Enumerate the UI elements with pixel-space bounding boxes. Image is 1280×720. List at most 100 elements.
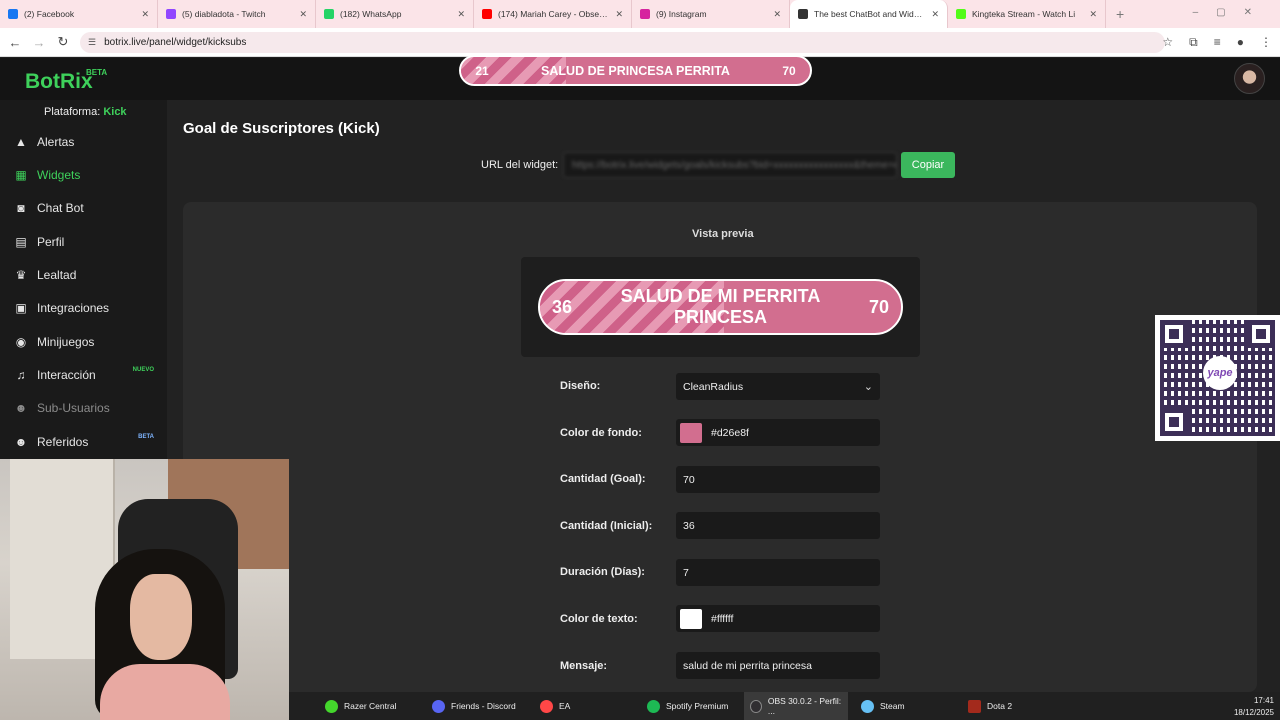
- warning-icon: ▲: [15, 135, 27, 149]
- close-tab-icon[interactable]: ✕: [615, 9, 623, 20]
- sidebar-item-alertas[interactable]: ▲ Alertas: [14, 131, 162, 153]
- system-clock[interactable]: 17:41 18/12/2025: [1234, 695, 1274, 719]
- sidebar-item-chat-bot[interactable]: ◙ Chat Bot: [14, 197, 162, 219]
- twitch-icon: [166, 9, 176, 19]
- browser-tab-instagram[interactable]: (9) Instagram ✕: [632, 0, 790, 28]
- bookmark-star-icon[interactable]: ☆: [1162, 35, 1173, 50]
- design-select[interactable]: CleanRadius ⌄: [676, 373, 880, 400]
- close-tab-icon[interactable]: ✕: [299, 9, 307, 20]
- goal-target-value: 70: [782, 63, 796, 78]
- browser-tab-botrix[interactable]: The best ChatBot and Widgets ✕: [790, 0, 948, 28]
- duration-label: Duración (Días):: [560, 566, 645, 578]
- botrix-icon: [798, 9, 808, 19]
- address-bar-row: ← → ↻ ☰ botrix.live/panel/widget/kicksub…: [0, 28, 1280, 57]
- taskbar-dota[interactable]: Dota 2: [962, 692, 1018, 720]
- close-tab-icon[interactable]: ✕: [457, 9, 465, 20]
- qr-pattern: yape: [1160, 320, 1275, 436]
- spotify-icon: [647, 699, 660, 713]
- back-icon[interactable]: ←: [3, 35, 27, 50]
- sidebar-item-widgets[interactable]: ▦ Widgets: [14, 164, 162, 186]
- kick-icon: [956, 9, 966, 19]
- profile-icon[interactable]: ●: [1237, 35, 1244, 50]
- close-tab-icon[interactable]: ✕: [773, 9, 781, 20]
- sidebar-item-referidos[interactable]: ☻ Referidos BETA: [14, 431, 162, 453]
- close-tab-icon[interactable]: ✕: [931, 9, 939, 20]
- yape-logo: yape: [1203, 356, 1237, 390]
- robot-icon: ◙: [17, 201, 25, 215]
- razer-icon: [325, 699, 338, 713]
- goal-message: SALUD DE PRINCESA PERRITA: [541, 63, 730, 78]
- browser-tab-whatsapp[interactable]: (182) WhatsApp ✕: [316, 0, 474, 28]
- youtube-icon: [482, 9, 492, 19]
- reload-icon[interactable]: ↻: [51, 34, 75, 50]
- text-color-swatch[interactable]: [680, 608, 702, 629]
- message-label: Mensaje:: [560, 660, 608, 672]
- preview-goal-bar: 36 SALUD DE MI PERRITA PRINCESA 70: [538, 279, 903, 335]
- obs-icon: [750, 699, 762, 713]
- goal-target-value: 70: [868, 296, 890, 317]
- copy-button[interactable]: Copiar: [901, 152, 955, 178]
- dota-icon: [968, 699, 981, 713]
- browser-tab-facebook[interactable]: (2) Facebook ✕: [0, 0, 158, 28]
- botrix-logo[interactable]: BotRix: [25, 70, 93, 94]
- bg-color-swatch[interactable]: [680, 422, 702, 443]
- preview-title: Vista previa: [692, 228, 754, 240]
- widget-url-label: URL del widget:: [481, 159, 559, 171]
- new-tab-button[interactable]: +: [1116, 6, 1124, 22]
- beta-badge: BETA: [138, 434, 154, 440]
- taskbar-spotify[interactable]: Spotify Premium: [641, 692, 734, 720]
- platform-indicator: Plataforma: Kick: [44, 106, 127, 118]
- browser-tab-youtube[interactable]: (174) Mariah Carey - Obsessed ✕: [474, 0, 632, 28]
- users-icon: ☻: [14, 435, 28, 449]
- browser-tab-twitch[interactable]: (5) diabladota - Twitch ✕: [158, 0, 316, 28]
- yape-qr-code: yape: [1155, 315, 1280, 441]
- message-input[interactable]: salud de mi perrita princesa: [676, 652, 880, 679]
- taskbar-obs[interactable]: OBS 30.0.2 - Perfil: ...: [744, 692, 848, 720]
- instagram-icon: [640, 9, 650, 19]
- forward-icon[interactable]: →: [27, 35, 51, 50]
- goal-amount-input[interactable]: 70: [676, 466, 880, 493]
- browser-toolbar-buttons: ☆ ⧉ ≡ ● ⋮: [1162, 35, 1272, 50]
- url-field[interactable]: ☰ botrix.live/panel/widget/kicksubs: [80, 32, 1165, 53]
- close-tab-icon[interactable]: ✕: [141, 9, 149, 20]
- close-tab-icon[interactable]: ✕: [1089, 9, 1097, 20]
- site-info-icon[interactable]: ☰: [88, 37, 96, 48]
- duration-input[interactable]: 7: [676, 559, 880, 586]
- browser-tab-bar: (2) Facebook ✕ (5) diabladota - Twitch ✕ (…: [0, 0, 1280, 28]
- bg-color-label: Color de fondo:: [560, 427, 642, 439]
- extensions-icon[interactable]: ⧉: [1189, 35, 1198, 50]
- whatsapp-icon: [324, 9, 334, 19]
- discord-icon: [432, 699, 445, 713]
- sidebar-item-lealtad[interactable]: ♛ Lealtad: [14, 264, 162, 286]
- avatar[interactable]: [1234, 63, 1265, 94]
- media-icon[interactable]: ≡: [1214, 35, 1221, 50]
- sidebar-item-sub-usuarios[interactable]: ☻ Sub-Usuarios: [14, 397, 162, 419]
- page-title: Goal de Suscriptores (Kick): [183, 120, 380, 137]
- window-controls[interactable]: –▢✕: [1193, 7, 1270, 18]
- design-label: Diseño:: [560, 380, 601, 392]
- id-card-icon: ▤: [15, 235, 27, 249]
- grid-icon: ▦: [15, 168, 27, 182]
- sidebar-item-integraciones[interactable]: ▣ Integraciones: [14, 297, 162, 319]
- taskbar-steam[interactable]: Steam: [855, 692, 911, 720]
- taskbar-discord[interactable]: Friends - Discord: [426, 692, 522, 720]
- gamepad-icon: ◉: [15, 335, 27, 349]
- widget-url-field[interactable]: https://botrix.live/widgets/goals/kicksu…: [563, 152, 897, 178]
- browser-tab-kick[interactable]: Kingteka Stream - Watch Li ✕: [948, 0, 1106, 28]
- taskbar: Razer Central Friends - Discord EA Spoti…: [289, 692, 1280, 720]
- taskbar-razer[interactable]: Razer Central: [319, 692, 402, 720]
- bg-color-field[interactable]: #d26e8f: [676, 419, 880, 446]
- menu-icon[interactable]: ⋮: [1260, 35, 1272, 50]
- taskbar-ea[interactable]: EA: [534, 692, 576, 720]
- sidebar-item-minijuegos[interactable]: ◉ Minijuegos: [14, 331, 162, 353]
- trophy-icon: ♛: [15, 268, 27, 282]
- initial-amount-input[interactable]: 36: [676, 512, 880, 539]
- goal-current-value: 21: [475, 63, 489, 78]
- sidebar-item-interaccion[interactable]: ♫ Interacción NUEVO: [14, 364, 162, 386]
- text-color-field[interactable]: #ffffff: [676, 605, 880, 632]
- initial-amount-label: Cantidad (Inicial):: [560, 520, 653, 532]
- beta-label: BETA: [86, 68, 108, 77]
- sidebar-item-perfil[interactable]: ▤ Perfil: [14, 231, 162, 253]
- new-badge: NUEVO: [132, 367, 154, 373]
- goal-message: SALUD DE MI PERRITA PRINCESA: [620, 286, 821, 327]
